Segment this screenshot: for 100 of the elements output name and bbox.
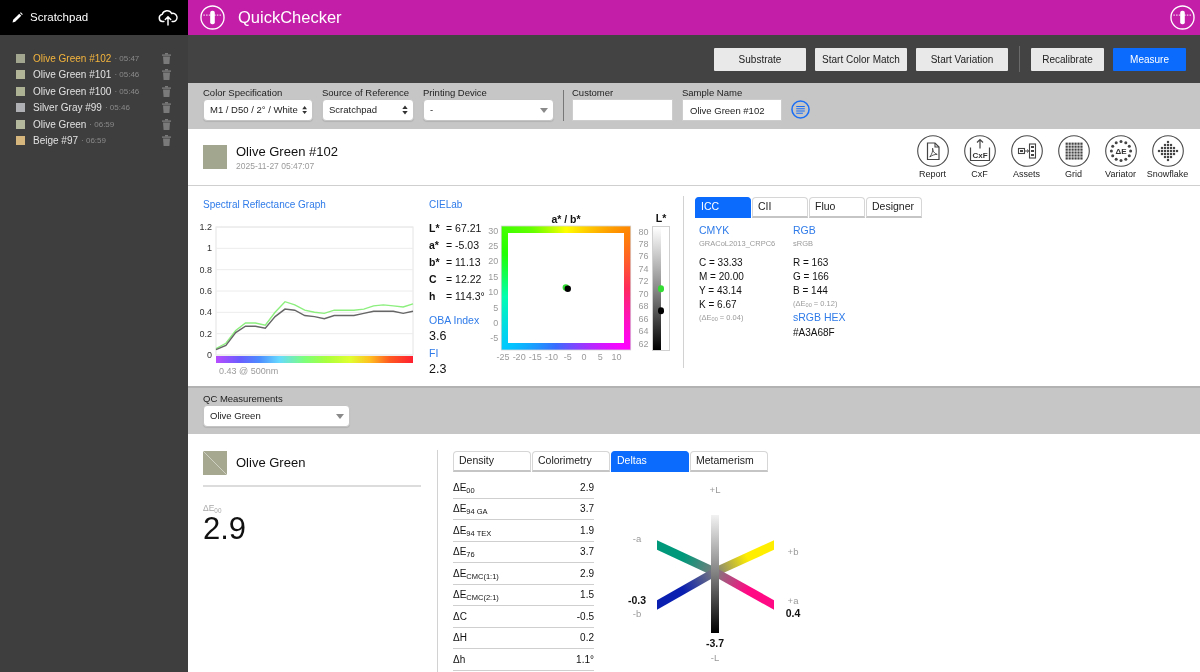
tick-label: 10	[611, 352, 622, 362]
tick-label: 78	[637, 239, 649, 250]
section-title: CIELab	[428, 198, 464, 211]
tab[interactable]: Metamerism	[690, 451, 768, 472]
metric-value: 2.9	[580, 480, 594, 495]
metric-value: 2.9	[580, 566, 594, 581]
select-field[interactable]: M1 / D50 / 2° / White	[203, 99, 313, 121]
sample-name[interactable]: Olive Green #102	[33, 51, 112, 65]
tick-label: 30	[488, 225, 499, 236]
tick-label: 70	[637, 288, 649, 299]
tick-label: 0.6	[200, 286, 212, 296]
metric-label: ΔE$_{CMC(1:1)}$	[453, 566, 499, 581]
select-field[interactable]: Olive Green	[203, 405, 350, 427]
toolbar-button[interactable]: Start Color Match	[815, 47, 907, 71]
trash-icon[interactable]	[162, 102, 171, 114]
timestamp: · 05:46	[114, 85, 140, 97]
device-icon[interactable]	[1170, 5, 1195, 30]
app-title: QuickChecker	[238, 7, 342, 29]
value-text: = 11.13	[446, 255, 481, 271]
metric-label: ΔE$_{CMC(2:1)}$	[453, 588, 499, 603]
tab[interactable]: CII	[752, 197, 808, 218]
value-text: = 12.22	[446, 272, 482, 288]
value-label: h	[429, 289, 437, 305]
metric-label: Δh	[453, 652, 466, 667]
toolbar-button[interactable]: Start Variation	[916, 47, 1008, 71]
delta-value: -3.7	[705, 636, 725, 649]
value-label: b*	[429, 255, 441, 271]
tab[interactable]: Density	[453, 451, 531, 472]
section-heading: RGB	[793, 223, 817, 237]
trash-icon[interactable]	[162, 52, 171, 64]
tick-label: 62	[637, 338, 649, 349]
tick-label: -5	[563, 352, 572, 362]
sample-name[interactable]: Beige #97	[33, 134, 79, 148]
axis-label: +b	[787, 545, 799, 557]
field-label: Source of Reference	[322, 87, 411, 99]
tick-label: 72	[637, 276, 649, 287]
trash-icon[interactable]	[162, 69, 171, 81]
cloud-upload-icon[interactable]	[158, 9, 178, 26]
value-text: B = 144	[793, 284, 829, 298]
timestamp: · 06:59	[89, 118, 115, 130]
metric-label: ΔE$_{00}$	[453, 480, 475, 495]
tick-label: 1.2	[200, 222, 212, 232]
index-label: FI	[429, 346, 440, 360]
upload-box-icon: CxF	[963, 135, 996, 167]
assets-button[interactable]: Assets	[1003, 135, 1050, 180]
index-value: 2.3	[429, 361, 448, 378]
tick-label: -5	[490, 333, 499, 344]
metric-value: 1.9	[580, 523, 594, 538]
metric-value: 3.7	[580, 545, 594, 560]
toolbar-button[interactable]: Substrate	[714, 47, 806, 71]
trash-icon[interactable]	[162, 118, 171, 130]
list-icon[interactable]	[791, 100, 810, 119]
value-text: G = 166	[793, 270, 830, 284]
metric-value: 0.2	[580, 631, 594, 646]
cxf-button[interactable]: CxF CxF	[956, 135, 1003, 180]
text-field[interactable]: Olive Green #102	[682, 99, 782, 121]
metric-label: ΔE$_{94 TEX}$	[453, 523, 492, 538]
trash-icon[interactable]	[162, 85, 171, 97]
sample-title: Olive Green #102	[236, 142, 338, 161]
sample-name[interactable]: Silver Gray #99	[33, 101, 102, 115]
select-field[interactable]: -	[423, 99, 554, 121]
tick-label: 76	[637, 251, 649, 262]
section-heading: sRGB HEX	[793, 310, 847, 324]
sample-name[interactable]: Olive Green #101	[33, 68, 112, 82]
sample-name[interactable]: Olive Green	[33, 117, 87, 131]
tick-label: -20	[512, 352, 526, 362]
trash-icon[interactable]	[162, 135, 171, 147]
field-label: Sample Name	[682, 87, 744, 99]
metric-label: ΔC	[453, 609, 467, 624]
snowflake-button[interactable]: Snowflake	[1144, 135, 1191, 180]
scale-title: L*	[654, 212, 668, 226]
tab[interactable]: Fluo	[809, 197, 865, 218]
tick-label: 66	[637, 313, 649, 324]
tick-label: 80	[637, 226, 649, 237]
timestamp: · 06:59	[81, 135, 106, 147]
axis-label: +a	[787, 594, 799, 606]
metric-label: ΔE$_{94 GA}$	[453, 502, 488, 517]
field-label: Customer	[572, 87, 615, 99]
sample-name[interactable]: Olive Green #100	[33, 84, 112, 98]
text-field[interactable]	[572, 99, 673, 121]
metric-value: 3.7	[580, 502, 594, 517]
tab[interactable]: Deltas	[611, 451, 689, 472]
value-text: C = 33.33	[699, 256, 744, 270]
variator-button[interactable]: ΔE Variator	[1097, 135, 1144, 180]
caret-icon	[540, 107, 548, 113]
tick-label: 0	[493, 317, 499, 328]
grid-button[interactable]: Grid	[1050, 135, 1097, 180]
document-icon	[916, 135, 949, 167]
select-field[interactable]: Scratchpad	[322, 99, 414, 121]
tick-label: 0	[207, 350, 212, 360]
tick-label: -15	[528, 352, 542, 362]
report-button[interactable]: Report	[909, 135, 956, 180]
tab[interactable]: Designer	[866, 197, 922, 218]
toolbar-button[interactable]: Recalibrate	[1031, 47, 1104, 71]
tab[interactable]: ICC	[695, 197, 751, 218]
axis-label: -b	[632, 607, 642, 619]
transfer-list-icon	[1010, 135, 1043, 167]
tab[interactable]: Colorimetry	[532, 451, 610, 472]
toolbar-button[interactable]: Measure	[1113, 47, 1186, 71]
chart-title: a* / b*	[551, 212, 581, 225]
